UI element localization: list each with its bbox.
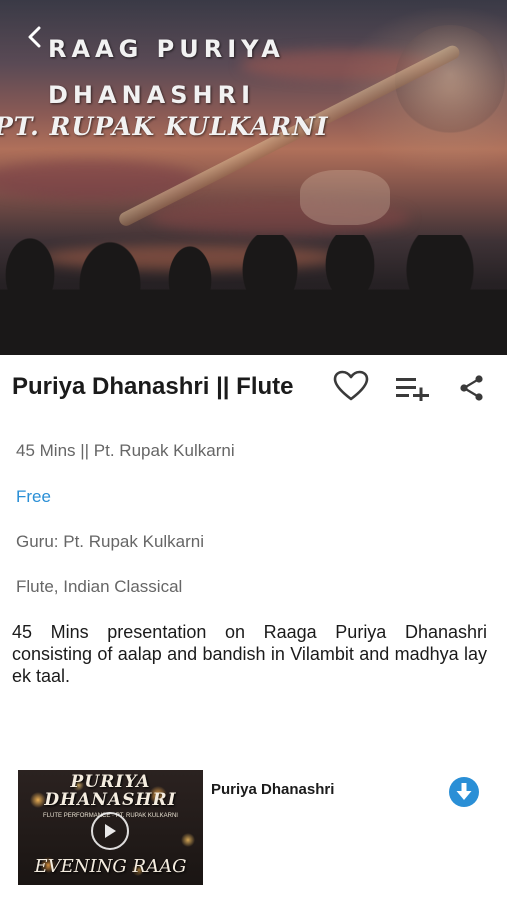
heart-outline-icon — [333, 370, 369, 401]
hero-title-text: RAAG PURIYA DHANASHRI — [48, 35, 285, 109]
hero-title-line1: RAAG PURIYA DHANASHRI — [48, 26, 308, 118]
guru-text: Guru: Pt. Rupak Kulkarni — [16, 532, 205, 551]
price-text: Free — [16, 487, 51, 506]
play-icon — [105, 824, 116, 838]
add-to-queue-button[interactable] — [393, 368, 433, 408]
hand-image — [300, 170, 390, 225]
thumb-bottom-text: EVENING RAAG — [34, 856, 187, 877]
hero-banner: RAAG PURIYA DHANASHRI PT. RUPAK KULKARNI — [0, 0, 507, 355]
chevron-left-icon — [28, 26, 41, 48]
playlist-add-icon — [396, 378, 429, 401]
hero-artist-name: PT. RUPAK KULKARNI — [0, 112, 329, 141]
track-name: Puriya Dhanashri — [211, 781, 335, 798]
track-title: Puriya Dhanashri || Flute — [12, 373, 294, 400]
download-button[interactable] — [446, 774, 482, 810]
thumb-title-line1: PURIYA — [70, 772, 151, 792]
hero-raag-title: RAAG PURIYA DHANASHRI — [48, 26, 308, 118]
description-text: 45 Mins presentation on Raaga Puriya Dha… — [12, 622, 487, 686]
favorite-button[interactable] — [331, 366, 371, 406]
duration-artist-text: 45 Mins || Pt. Rupak Kulkarni — [16, 441, 235, 460]
genre-text: Flute, Indian Classical — [16, 577, 183, 596]
track-thumbnail[interactable]: PURIYA DHANASHRI FLUTE PERFORMANCE · PT.… — [18, 770, 203, 885]
download-circle-icon — [449, 777, 479, 807]
track-list-item[interactable]: PURIYA DHANASHRI FLUTE PERFORMANCE · PT.… — [18, 768, 488, 886]
share-button[interactable] — [452, 368, 492, 408]
thumb-title-line2: DHANASHRI — [44, 790, 177, 810]
back-button[interactable] — [18, 20, 52, 54]
share-icon — [460, 375, 483, 401]
treeline — [0, 235, 507, 355]
play-button[interactable] — [91, 812, 129, 850]
